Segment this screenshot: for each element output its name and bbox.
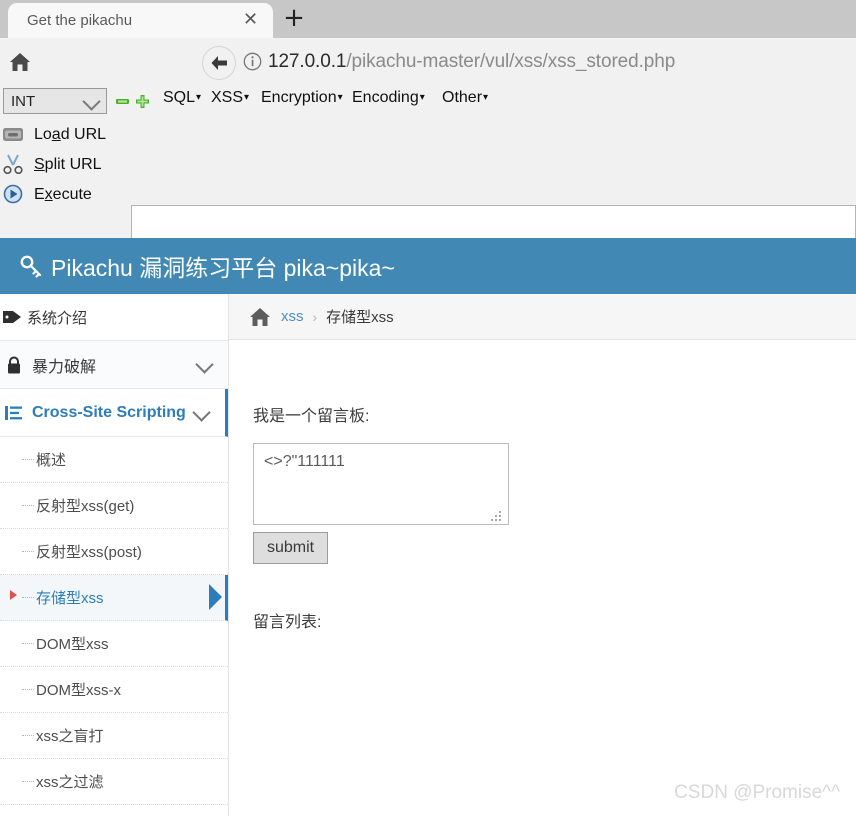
load-url-icon: [2, 124, 24, 146]
split-url-button[interactable]: Split URL: [0, 150, 125, 180]
main-content: xss › 存储型xss 我是一个留言板: submit 留言列表:: [229, 294, 856, 816]
active-arrow-icon: [209, 584, 222, 610]
list-icon: [4, 403, 24, 423]
hackbar-actions: Load URL Split URL Execute: [0, 120, 125, 210]
tab-strip: Get the pikachu ✕ +: [0, 0, 856, 38]
tree-dash: [22, 643, 34, 644]
sidebar-item-intro[interactable]: 系统介绍: [0, 294, 228, 341]
hackbar-toolbar: INT SQL▾ XSS▾ Encryption▾ Encoding▾ Othe…: [0, 86, 856, 318]
chevron-down-icon: [195, 355, 214, 374]
breadcrumb-current: 存储型xss: [326, 309, 394, 326]
sidebar-item-reflected-xss-post[interactable]: 反射型xss(post): [0, 529, 228, 575]
hackbar-menu-label: Encryption: [261, 89, 337, 106]
address-bar[interactable]: 127.0.0.1/pikachu-master/vul/xss/xss_sto…: [268, 51, 675, 73]
hackbar-type-select[interactable]: INT: [3, 88, 107, 114]
hackbar-menu-encryption[interactable]: Encryption▾: [261, 89, 343, 107]
breadcrumb: xss › 存储型xss: [229, 294, 856, 340]
sidebar-group-xss[interactable]: Cross-Site Scripting: [0, 389, 228, 437]
execute-button[interactable]: Execute: [0, 180, 125, 210]
sidebar-item-stored-xss[interactable]: 存储型xss: [0, 575, 228, 621]
back-arrow-icon[interactable]: [202, 46, 236, 80]
tree-dash: [22, 597, 34, 598]
sidebar-item-label: DOM型xss-x: [36, 682, 121, 699]
caret-down-icon: ▾: [196, 92, 202, 103]
hackbar-menu-label: Encoding: [352, 89, 419, 106]
sidebar-item-dom-xss[interactable]: DOM型xss: [0, 621, 228, 667]
sidebar-item-label: xss之盲打: [36, 728, 104, 745]
hackbar-menu-label: SQL: [163, 89, 196, 106]
sidebar-item-label: 存储型xss: [36, 590, 104, 607]
sidebar-group-bruteforce-label: 暴力破解: [32, 358, 97, 376]
sidebar-item-label: xss之过滤: [36, 774, 104, 791]
sidebar-item-xss-blind[interactable]: xss之盲打: [0, 713, 228, 759]
caret-down-icon: ▾: [483, 92, 489, 103]
sidebar-item-xss-filter[interactable]: xss之过滤: [0, 759, 228, 805]
sidebar-group-xss-label: Cross-Site Scripting: [32, 403, 186, 421]
minus-icon[interactable]: [116, 95, 129, 108]
url-host: 127.0.0.1: [268, 51, 347, 72]
page-header: Pikachu 漏洞练习平台 pika~pika~: [0, 238, 856, 294]
sidebar-item-label: 反射型xss(get): [36, 498, 135, 515]
sidebar-item-label: 反射型xss(post): [36, 544, 142, 561]
sidebar-item-dom-xss-x[interactable]: DOM型xss-x: [0, 667, 228, 713]
hackbar-type-value: INT: [11, 92, 36, 110]
tab-title: Get the pikachu: [27, 12, 133, 29]
hackbar-menu-sql[interactable]: SQL▾: [163, 89, 201, 107]
browser-tab[interactable]: Get the pikachu ✕: [8, 3, 273, 38]
new-tab-button[interactable]: +: [281, 5, 307, 32]
hackbar-menu-other[interactable]: Other▾: [442, 89, 488, 107]
hackbar-menu-encoding[interactable]: Encoding▾: [352, 89, 425, 107]
home-icon[interactable]: [5, 48, 35, 76]
sidebar-submenu: 概述 反射型xss(get) 反射型xss(post) 存储型xss DOM型x…: [0, 437, 228, 805]
page-title: Pikachu 漏洞练习平台 pika~pika~: [51, 255, 395, 281]
key-icon: [19, 254, 43, 278]
lock-icon: [4, 355, 24, 375]
submit-button[interactable]: submit: [253, 532, 329, 564]
sidebar-item-intro-label: 系统介绍: [27, 309, 88, 327]
watermark: CSDN @Promise^^: [674, 782, 840, 803]
message-input[interactable]: [253, 443, 509, 525]
sidebar-group-burteforce[interactable]: 暴力破解: [0, 341, 228, 389]
browser-navbar: 127.0.0.1/pikachu-master/vul/xss/xss_sto…: [0, 38, 856, 86]
load-url-button[interactable]: Load URL: [0, 120, 125, 150]
hackbar-menu-label: Other: [442, 89, 483, 106]
tag-icon: [2, 307, 24, 327]
sidebar-item-label: 概述: [36, 452, 67, 469]
tree-dash: [22, 689, 34, 690]
plus-icon[interactable]: [136, 95, 149, 108]
caret-down-icon: ▾: [419, 92, 425, 103]
message-list-label: 留言列表:: [253, 614, 322, 631]
sidebar-item-reflected-xss-get[interactable]: 反射型xss(get): [0, 483, 228, 529]
caret-down-icon: ▾: [337, 92, 343, 103]
caret-down-icon: ▾: [244, 92, 250, 103]
url-path: /pikachu-master/vul/xss/xss_stored.php: [346, 51, 676, 72]
tree-dash: [22, 459, 34, 460]
browser-window: Get the pikachu ✕ + 127.0.0.1/pikachu-ma…: [0, 0, 856, 816]
tree-dash: [22, 735, 34, 736]
chevron-down-icon: [82, 92, 101, 111]
load-url-label: Load URL: [34, 126, 107, 143]
sidebar-item-label: DOM型xss: [36, 636, 109, 653]
breadcrumb-separator: ›: [312, 308, 318, 325]
execute-label: Execute: [34, 186, 92, 203]
info-circle-icon[interactable]: [243, 52, 262, 71]
tree-dash: [22, 781, 34, 782]
breadcrumb-link-xss[interactable]: xss: [281, 308, 304, 325]
hackbar-menu-xss[interactable]: XSS▾: [211, 89, 249, 107]
tree-dash: [22, 551, 34, 552]
chevron-down-icon: [192, 403, 211, 422]
tree-dash: [22, 505, 34, 506]
sidebar: 系统介绍 暴力破解 Cross-Site Scripting 概述 反射型xss…: [0, 294, 229, 816]
sidebar-item-overview[interactable]: 概述: [0, 437, 228, 483]
close-icon[interactable]: ✕: [242, 11, 259, 29]
execute-icon: [2, 184, 24, 206]
message-board-label: 我是一个留言板:: [253, 408, 370, 425]
split-url-label: Split URL: [34, 156, 102, 173]
split-url-icon: [2, 154, 24, 176]
active-marker-icon: [10, 590, 17, 600]
home-icon[interactable]: [249, 307, 271, 327]
hackbar-menu-label: XSS: [211, 89, 244, 106]
